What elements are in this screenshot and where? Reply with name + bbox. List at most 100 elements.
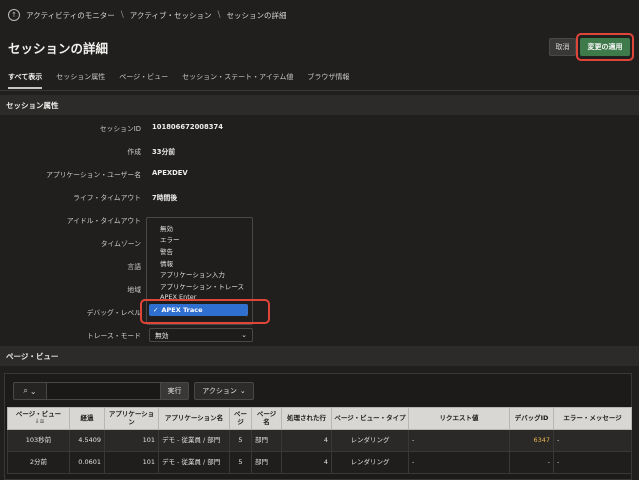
attr-label: 地域 xyxy=(127,286,141,294)
dropdown-option[interactable]: アプリケーション入力 xyxy=(147,268,252,280)
table-cell: - xyxy=(553,451,632,474)
attr-row-created: 作成 33分前 xyxy=(0,144,639,158)
attr-label: セッションID xyxy=(99,125,141,133)
table-cell: - xyxy=(408,451,510,474)
page-views-table: ページ・ビュー↓≡ 経過 アプリケーション アプリケーション名 ページ ページ名… xyxy=(7,407,632,474)
chevron-right-icon: \ xyxy=(217,10,221,20)
cancel-button[interactable]: 取消 xyxy=(549,38,576,56)
search-input[interactable] xyxy=(47,382,161,400)
column-header[interactable]: ページ・ビュー・タイプ xyxy=(331,407,409,430)
attr-row-trace-mode: トレース・モード xyxy=(0,328,639,342)
debug-id-link[interactable]: 6347 xyxy=(509,429,554,452)
attr-value: 33分前 xyxy=(152,148,176,156)
column-header[interactable]: 経過 xyxy=(69,407,105,430)
dropdown-option[interactable]: 情報 xyxy=(147,257,252,269)
attr-row-app-user: アプリケーション・ユーザー名 APEXDEV xyxy=(0,167,639,181)
attr-value: 101806672008374 xyxy=(152,123,223,131)
tab-session-attributes[interactable]: セッション属性 xyxy=(56,68,105,86)
attr-row-territory: 地域 xyxy=(0,282,639,296)
column-header[interactable]: アプリケーション xyxy=(104,407,159,430)
table-cell: - xyxy=(408,429,510,452)
attr-label: アイドル・タイムアウト xyxy=(66,217,141,225)
column-header[interactable]: デバッグID xyxy=(509,407,554,430)
dropdown-option-label: APEX Trace xyxy=(161,305,203,314)
tab-session-state[interactable]: セッション・ステート・アイテム値 xyxy=(182,68,293,86)
table-cell: 103秒前 xyxy=(7,429,70,452)
dropdown-option[interactable]: アプリケーション・トレース xyxy=(147,280,252,292)
table-cell: 4 xyxy=(281,429,332,452)
attr-row-language: 言語 xyxy=(0,259,639,273)
table-cell: - xyxy=(553,429,632,452)
table-cell: 101 xyxy=(104,451,159,474)
search-bar: ⌕ ⌄ 実行 xyxy=(13,382,189,400)
dropdown-option[interactable]: 警告 xyxy=(147,245,252,257)
actions-menu-button[interactable]: アクション ⌄ xyxy=(194,382,254,400)
resize-grip-icon: ⋮ xyxy=(244,311,250,318)
column-header[interactable]: リクエスト値 xyxy=(408,407,510,430)
breadcrumb-item[interactable]: アクティビティのモニター xyxy=(26,10,115,21)
dropdown-option-selected[interactable]: ✓ APEX Trace xyxy=(149,304,248,316)
section-header-session-attributes: セッション属性 xyxy=(0,95,639,115)
table-row: 103秒前 4.5409 101 デモ - 従業員 / 部門 5 部門 4 レン… xyxy=(7,429,632,452)
search-icon: ⌕ xyxy=(23,386,28,395)
dropdown-option[interactable]: 無効 xyxy=(147,222,252,234)
chevron-down-icon: ⌄ xyxy=(29,386,37,396)
sort-icon: ↓≡ xyxy=(34,418,45,426)
home-icon[interactable]: ↑ xyxy=(8,9,20,21)
chevron-down-icon: ⌄ xyxy=(239,387,246,395)
table-cell: 部門 xyxy=(251,429,282,452)
table-cell: レンダリング xyxy=(331,429,409,452)
column-header[interactable]: ページ・ビュー↓≡ xyxy=(7,407,70,430)
column-header[interactable]: アプリケーション名 xyxy=(158,407,230,430)
attr-value: 7時間後 xyxy=(152,194,178,202)
attr-value: APEXDEV xyxy=(152,169,188,177)
column-header[interactable]: 処理された行 xyxy=(281,407,332,430)
attr-row-life-timeout: ライフ・タイムアウト 7時間後 xyxy=(0,190,639,204)
table-cell: デモ - 従業員 / 部門 xyxy=(158,429,230,452)
chevron-right-icon: \ xyxy=(120,10,124,20)
table-cell: 部門 xyxy=(251,451,282,474)
table-cell: 0.0601 xyxy=(69,451,105,474)
attr-row-idle-timeout: アイドル・タイムアウト xyxy=(0,213,639,227)
table-cell: 2分前 xyxy=(7,451,70,474)
attr-row-debug-level: デバッグ・レベル xyxy=(0,305,639,319)
section-header-page-views: ページ・ビュー xyxy=(0,346,639,366)
chevron-down-icon: ⌄ xyxy=(241,331,247,339)
table-cell: レンダリング xyxy=(331,451,409,474)
table-cell: 4.5409 xyxy=(69,429,105,452)
attr-label: デバッグ・レベル xyxy=(86,309,141,317)
table-cell: 101 xyxy=(104,429,159,452)
table-cell: 4 xyxy=(281,451,332,474)
trace-mode-select[interactable]: 無効 ⌄ xyxy=(149,328,253,342)
dropdown-option[interactable]: APEX Enter xyxy=(147,292,252,304)
column-header[interactable]: ページ名 xyxy=(251,407,282,430)
tab-browser-info[interactable]: ブラウザ情報 xyxy=(307,68,349,86)
run-button[interactable]: 実行 xyxy=(161,382,189,400)
attr-label: 作成 xyxy=(127,148,141,156)
attr-label: トレース・モード xyxy=(86,332,141,340)
apply-changes-button[interactable]: 変更の適用 xyxy=(580,38,630,56)
breadcrumb: ↑ アクティビティのモニター \ アクティブ・セッション \ セッションの詳細 xyxy=(0,0,639,30)
breadcrumb-item[interactable]: アクティブ・セッション xyxy=(130,10,212,21)
attr-label: アプリケーション・ユーザー名 xyxy=(46,171,141,179)
divider xyxy=(0,90,639,91)
page-views-report: ⌕ ⌄ 実行 アクション ⌄ ページ・ビュー↓≡ 経過 アプリケーション アプリ… xyxy=(4,373,632,480)
checkmark-icon: ✓ xyxy=(153,305,159,314)
tab-page-views[interactable]: ページ・ビュー xyxy=(119,68,168,86)
table-cell: 5 xyxy=(229,451,252,474)
region-tabs: すべて表示 セッション属性 ページ・ビュー セッション・ステート・アイテム値 ブ… xyxy=(0,66,639,89)
attr-row-session-id: セッションID 101806672008374 xyxy=(0,121,639,135)
actions-label: アクション xyxy=(202,387,237,395)
column-header[interactable]: エラー・メッセージ xyxy=(553,407,632,430)
table-cell: デモ - 従業員 / 部門 xyxy=(158,451,230,474)
table-header-row: ページ・ビュー↓≡ 経過 アプリケーション アプリケーション名 ページ ページ名… xyxy=(7,407,632,430)
debug-level-dropdown[interactable]: 無効 エラー 警告 情報 アプリケーション入力 アプリケーション・トレース AP… xyxy=(146,217,253,325)
dropdown-option[interactable]: エラー xyxy=(147,234,252,246)
search-column-selector[interactable]: ⌕ ⌄ xyxy=(13,382,47,400)
tab-show-all[interactable]: すべて表示 xyxy=(8,68,43,89)
table-cell: - xyxy=(509,451,554,474)
breadcrumb-item-current: セッションの詳細 xyxy=(226,10,287,20)
column-header[interactable]: ページ xyxy=(229,407,252,430)
page-title: セッションの詳細 xyxy=(8,41,109,56)
attr-label: 言語 xyxy=(127,263,141,271)
